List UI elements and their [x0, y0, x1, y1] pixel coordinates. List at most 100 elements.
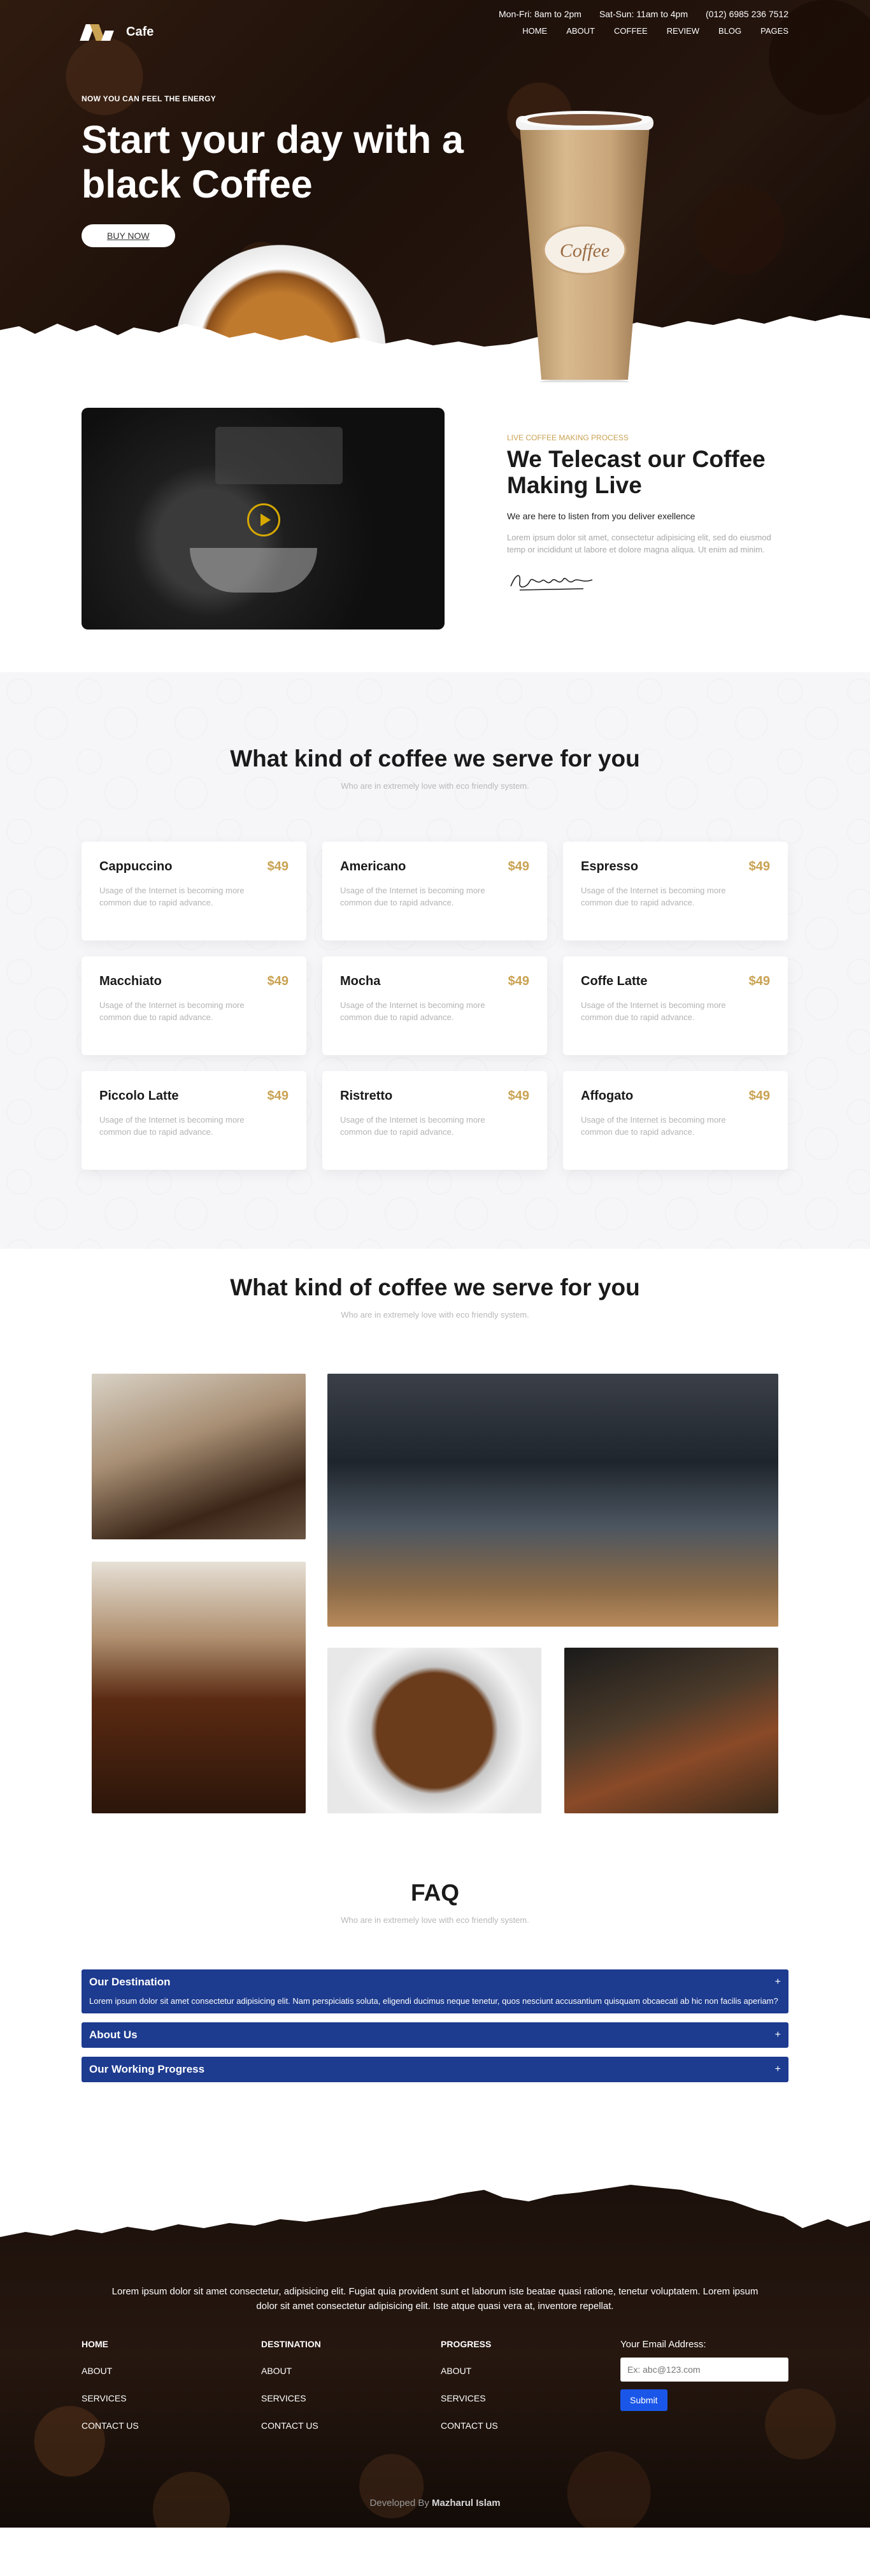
- coffee-desc: Usage of the Internet is becoming more c…: [340, 886, 485, 907]
- email-field[interactable]: [620, 2357, 788, 2382]
- coffee-name: Cappuccino: [99, 860, 173, 874]
- faq-toggle[interactable]: About Us +: [82, 2022, 788, 2048]
- faq-question: Our Working Progress: [89, 2063, 205, 2075]
- gallery-section: What kind of coffee we serve for you Who…: [0, 1249, 870, 1860]
- coffee-price: $49: [267, 1089, 289, 1103]
- faq-accordion: Our Destination + Lorem ipsum dolor sit a…: [82, 1969, 788, 2082]
- footer-heading: HOME: [82, 2339, 108, 2349]
- credit-prefix: Developed By: [369, 2498, 429, 2508]
- coffee-card[interactable]: Cappuccino $49 Usage of the Internet is be…: [82, 842, 306, 940]
- nav-about[interactable]: ABOUT: [566, 26, 595, 36]
- faq-toggle[interactable]: Our Working Progress +: [82, 2057, 788, 2082]
- coffee-desc: Usage of the Internet is becoming more c…: [581, 886, 726, 907]
- coffee-price: $49: [508, 974, 529, 988]
- live-title: We Telecast our Coffee Making Live: [507, 446, 766, 498]
- coffee-desc: Usage of the Internet is becoming more c…: [99, 1000, 245, 1022]
- weekend-hours: Sat-Sun: 11am to 4pm: [599, 9, 688, 19]
- coffee-card[interactable]: Macchiato $49 Usage of the Internet is bec…: [82, 956, 306, 1055]
- gallery-image-pour-over[interactable]: [92, 1374, 306, 1539]
- gallery-image-ground-coffee[interactable]: [327, 1648, 541, 1813]
- nav-home[interactable]: HOME: [522, 26, 547, 36]
- coffee-name: Ristretto: [340, 1089, 393, 1103]
- coffee-card[interactable]: Ristretto $49 Usage of the Internet is bec…: [322, 1071, 547, 1170]
- faq-question: About Us: [89, 2029, 138, 2041]
- faq-item: About Us +: [82, 2022, 788, 2048]
- faq-toggle[interactable]: Our Destination +: [82, 1969, 788, 1995]
- credit-name[interactable]: Mazharul Islam: [432, 2498, 501, 2508]
- footer-link[interactable]: SERVICES: [261, 2393, 441, 2403]
- coffee-name: Coffe Latte: [581, 974, 648, 988]
- coffee-cards: Cappuccino $49 Usage of the Internet is be…: [82, 842, 788, 1170]
- footer-column-progress: PROGRESS ABOUT SERVICES CONTACT US: [441, 2339, 620, 2448]
- coffee-name: Americano: [340, 860, 406, 874]
- faq-question: Our Destination: [89, 1976, 171, 1988]
- signature-icon: [510, 575, 593, 591]
- live-text: LIVE COFFEE MAKING PROCESS We Telecast o…: [507, 408, 788, 630]
- gallery-image-espresso-machine[interactable]: [564, 1648, 778, 1813]
- coffee-desc: Usage of the Internet is becoming more c…: [99, 886, 245, 907]
- coffee-desc: Usage of the Internet is becoming more c…: [340, 1115, 485, 1137]
- hero-eyebrow: NOW YOU CAN FEEL THE ENERGY: [82, 94, 217, 103]
- footer-link[interactable]: CONTACT US: [82, 2421, 261, 2431]
- live-eyebrow: LIVE COFFEE MAKING PROCESS: [507, 433, 629, 442]
- coffee-card[interactable]: Affogato $49 Usage of the Internet is beco…: [563, 1071, 788, 1170]
- footer-link[interactable]: SERVICES: [441, 2393, 620, 2403]
- brand[interactable]: Cafe: [80, 20, 154, 43]
- espresso-machine-image: [215, 427, 343, 484]
- plus-icon: +: [774, 1976, 781, 1987]
- footer-heading: DESTINATION: [261, 2339, 321, 2349]
- submit-button[interactable]: Submit: [620, 2389, 667, 2411]
- cup-image: [190, 548, 317, 593]
- coffee-card[interactable]: Coffe Latte $49 Usage of the Internet is b…: [563, 956, 788, 1055]
- coffee-desc: Usage of the Internet is becoming more c…: [99, 1115, 245, 1137]
- coffee-cup-illustration: Coffee: [516, 111, 653, 382]
- coffee-name: Espresso: [581, 860, 639, 874]
- coffee-name: Mocha: [340, 974, 381, 988]
- nav-coffee[interactable]: COFFEE: [614, 26, 648, 36]
- nav-pages[interactable]: PAGES: [760, 26, 788, 36]
- coffee-price: $49: [748, 860, 770, 874]
- coffee-desc: Usage of the Internet is becoming more c…: [581, 1000, 726, 1022]
- footer: Lorem ipsum dolor sit amet consectetur, …: [0, 2182, 870, 2528]
- coffee-card[interactable]: Mocha $49 Usage of the Internet is becomin…: [322, 956, 547, 1055]
- buy-now-button[interactable]: BUY NOW: [82, 224, 175, 247]
- torn-paper-edge: [0, 315, 870, 382]
- footer-link[interactable]: ABOUT: [82, 2366, 261, 2376]
- brand-name: Cafe: [126, 24, 154, 39]
- coffee-name: Macchiato: [99, 974, 162, 988]
- coffee-price: $49: [748, 974, 770, 988]
- coffee-card[interactable]: Piccolo Latte $49 Usage of the Internet is…: [82, 1071, 306, 1170]
- faq-item: Our Destination + Lorem ipsum dolor sit a…: [82, 1969, 788, 2013]
- footer-link[interactable]: SERVICES: [82, 2393, 261, 2403]
- footer-columns: HOME ABOUT SERVICES CONTACT US DESTINATI…: [82, 2339, 788, 2448]
- gallery-image-couple-with-mugs[interactable]: [327, 1374, 778, 1627]
- video-player[interactable]: [82, 408, 445, 630]
- footer-link[interactable]: CONTACT US: [261, 2421, 441, 2431]
- menu-section: What kind of coffee we serve for you Who…: [0, 672, 870, 1249]
- footer-heading: PROGRESS: [441, 2339, 492, 2349]
- nav-blog[interactable]: BLOG: [718, 26, 741, 36]
- faq-section: FAQ Who are in extremely love with eco f…: [0, 1860, 870, 2182]
- footer-link[interactable]: CONTACT US: [441, 2421, 620, 2431]
- play-icon[interactable]: [247, 503, 280, 536]
- hero-title: Start your day with a black Coffee: [82, 118, 464, 206]
- coffee-price: $49: [267, 974, 289, 988]
- coffee-desc: Usage of the Internet is becoming more c…: [340, 1000, 485, 1022]
- coffee-card[interactable]: Espresso $49 Usage of the Internet is beco…: [563, 842, 788, 940]
- cup-label: Coffee: [560, 240, 610, 261]
- faq-subtitle: Who are in extremely love with eco frien…: [341, 1915, 529, 1925]
- gallery-image-tea-glasses[interactable]: [92, 1562, 306, 1813]
- hero-text: NOW YOU CAN FEEL THE ENERGY Start your d…: [82, 94, 476, 247]
- phone-number: (012) 6985 236 7512: [706, 9, 788, 19]
- logo-icon: [80, 20, 117, 43]
- footer-link[interactable]: ABOUT: [261, 2366, 441, 2376]
- menu-title: What kind of coffee we serve for you: [230, 745, 640, 772]
- footer-link[interactable]: ABOUT: [441, 2366, 620, 2376]
- footer-column-home: HOME ABOUT SERVICES CONTACT US: [82, 2339, 261, 2448]
- footer-column-destination: DESTINATION ABOUT SERVICES CONTACT US: [261, 2339, 441, 2448]
- live-subtitle: We are here to listen from you deliver e…: [507, 511, 695, 521]
- nav-review[interactable]: REVIEW: [667, 26, 699, 36]
- faq-answer: Lorem ipsum dolor sit amet consectetur a…: [89, 1996, 778, 2006]
- coffee-name: Affogato: [581, 1089, 634, 1103]
- coffee-card[interactable]: Americano $49 Usage of the Internet is bec…: [322, 842, 547, 940]
